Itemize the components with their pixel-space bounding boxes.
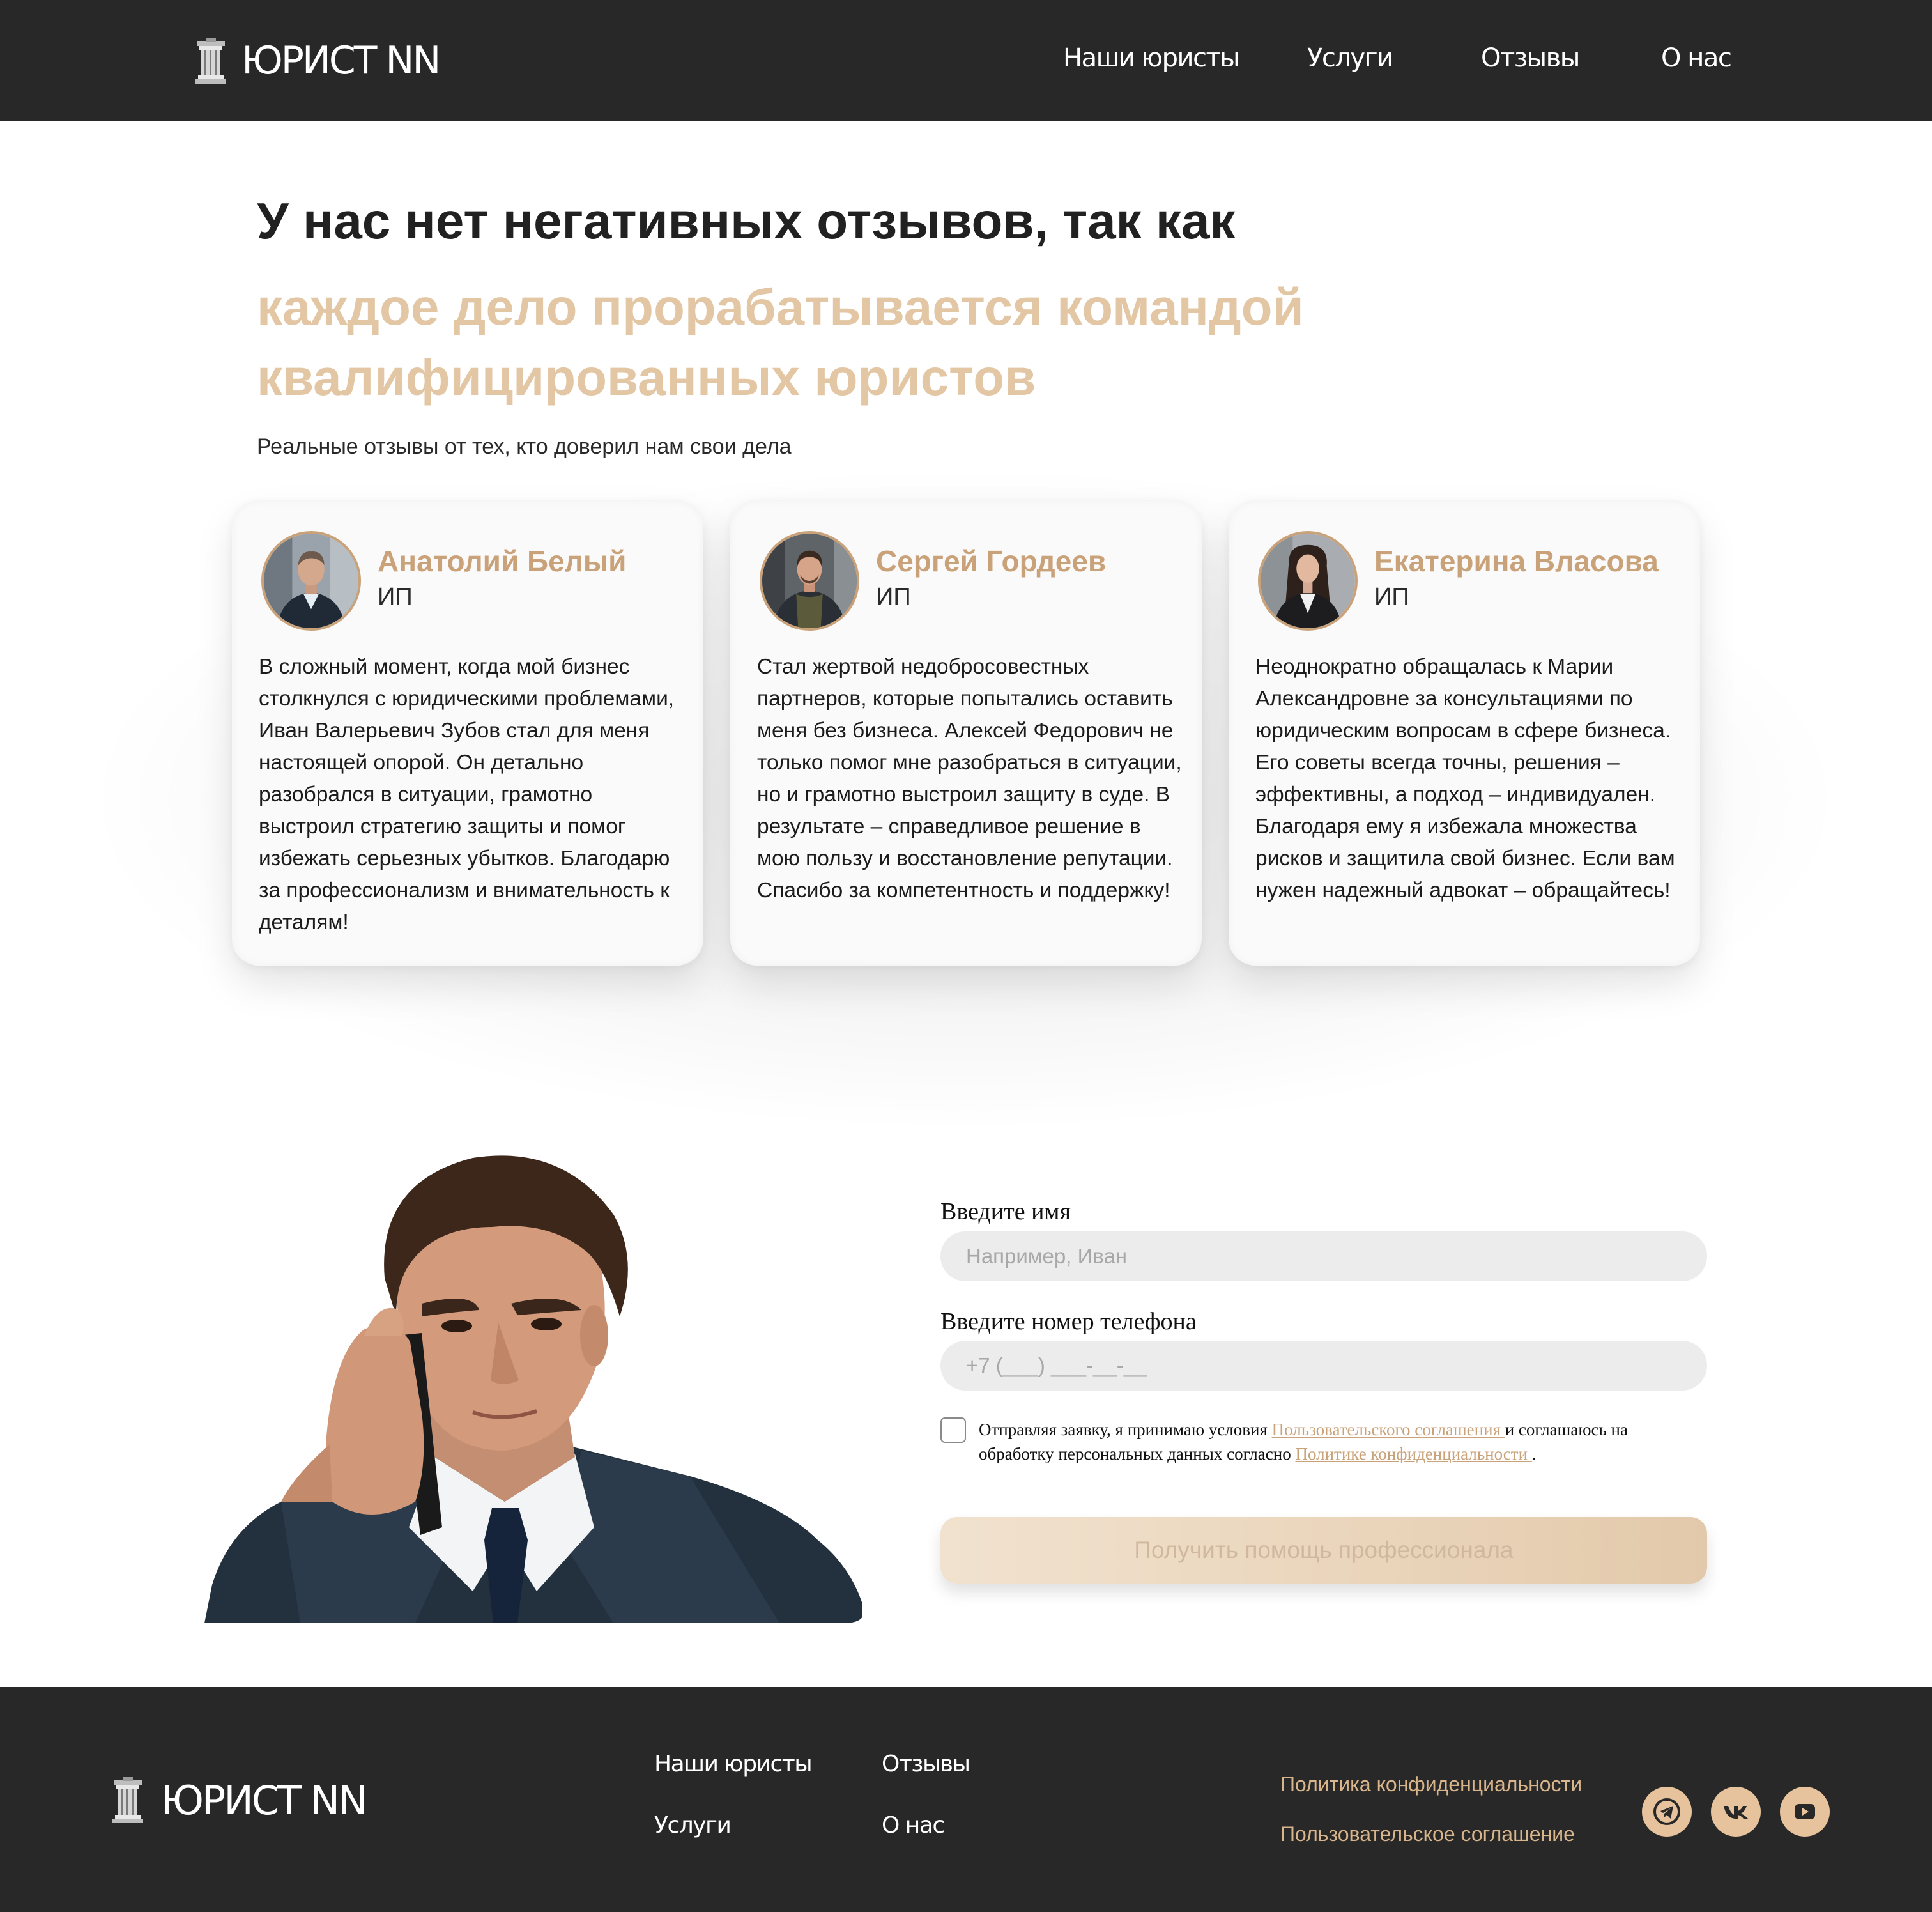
lawyer-on-phone-photo: [204, 1155, 862, 1623]
name-input[interactable]: [940, 1231, 1707, 1281]
site-footer: ЮРИСТ NN Наши юристы Отзывы Услуги О нас…: [0, 1687, 1932, 1912]
review-card: Сергей Гордеев ИП Стал жертвой недобросо…: [730, 500, 1202, 966]
review-text: Неоднократно обращалась к Марии Александ…: [1255, 655, 1675, 902]
avatar: [1258, 531, 1358, 631]
reviewer-name: Сергей Гордеев: [876, 544, 1107, 578]
footer-agreement-link[interactable]: Пользовательское соглашение: [1280, 1823, 1575, 1846]
footer-logo[interactable]: ЮРИСТ NN: [111, 1777, 367, 1824]
header-logo[interactable]: ЮРИСТ NN: [194, 37, 441, 84]
consent-checkbox[interactable]: [940, 1417, 966, 1443]
reviewer-name: Анатолий Белый: [378, 544, 627, 578]
site-header: ЮРИСТ NN Наши юристы Услуги Отзывы О нас: [0, 0, 1932, 121]
reviews-subtitle: Реальные отзывы от тех, кто доверил нам …: [257, 435, 792, 459]
phone-field-label: Введите номер телефона: [940, 1308, 1197, 1335]
consent-text: Отправляя заявку, я принимаю условия Пол…: [979, 1417, 1701, 1466]
column-logo-icon: [112, 1777, 143, 1823]
reviews-title: У нас нет негативных отзывов, так как: [257, 192, 1236, 249]
name-field-label: Введите имя: [940, 1198, 1071, 1225]
nav-reviews[interactable]: Отзывы: [1481, 43, 1580, 73]
footer-link-services[interactable]: Услуги: [654, 1812, 732, 1839]
nav-our-lawyers[interactable]: Наши юристы: [1063, 43, 1240, 73]
review-text: Стал жертвой недобросовестных партнеров,…: [757, 655, 1182, 902]
reviewer-role: ИП: [1374, 583, 1409, 610]
reviewer-photo-icon: [1261, 534, 1355, 628]
submit-button[interactable]: Получить помощь профессионала: [940, 1517, 1707, 1584]
reviewer-role: ИП: [378, 583, 413, 610]
footer-link-reviews[interactable]: Отзывы: [882, 1751, 970, 1777]
avatar: [261, 531, 361, 631]
nav-about[interactable]: О нас: [1661, 43, 1732, 73]
footer-link-about[interactable]: О нас: [882, 1812, 945, 1839]
brand-name: ЮРИСТ NN: [161, 1777, 367, 1824]
nav-services[interactable]: Услуги: [1307, 43, 1393, 73]
brand-name: ЮРИСТ NN: [241, 38, 441, 83]
footer-link-our-lawyers[interactable]: Наши юристы: [654, 1751, 813, 1777]
review-text: В сложный момент, когда мой бизнес столк…: [259, 655, 675, 934]
footer-privacy-link[interactable]: Политика конфиденциальности: [1280, 1773, 1582, 1796]
reviewer-role: ИП: [876, 583, 911, 610]
reviewer-photo-icon: [762, 534, 857, 628]
vk-icon[interactable]: [1711, 1787, 1761, 1837]
reviews-title-accent: каждое дело прорабатывается командой ква…: [257, 279, 1304, 406]
avatar: [760, 531, 859, 631]
youtube-icon[interactable]: [1780, 1787, 1830, 1837]
reviewer-name: Екатерина Власова: [1374, 544, 1659, 578]
review-card: Анатолий Белый ИП В сложный момент, когд…: [232, 500, 703, 966]
privacy-policy-link[interactable]: Политике конфиденциальности: [1295, 1444, 1531, 1463]
phone-input[interactable]: [940, 1341, 1707, 1391]
review-card: Екатерина Власова ИП Неоднократно обраща…: [1229, 500, 1700, 966]
column-logo-icon: [195, 38, 226, 84]
consent-text-end: .: [1531, 1444, 1537, 1463]
consent-text-start: Отправляя заявку, я принимаю условия: [979, 1420, 1272, 1439]
reviewer-photo-icon: [264, 534, 358, 628]
user-agreement-link[interactable]: Пользовательского соглашения: [1272, 1420, 1505, 1439]
telegram-icon[interactable]: [1642, 1787, 1692, 1837]
